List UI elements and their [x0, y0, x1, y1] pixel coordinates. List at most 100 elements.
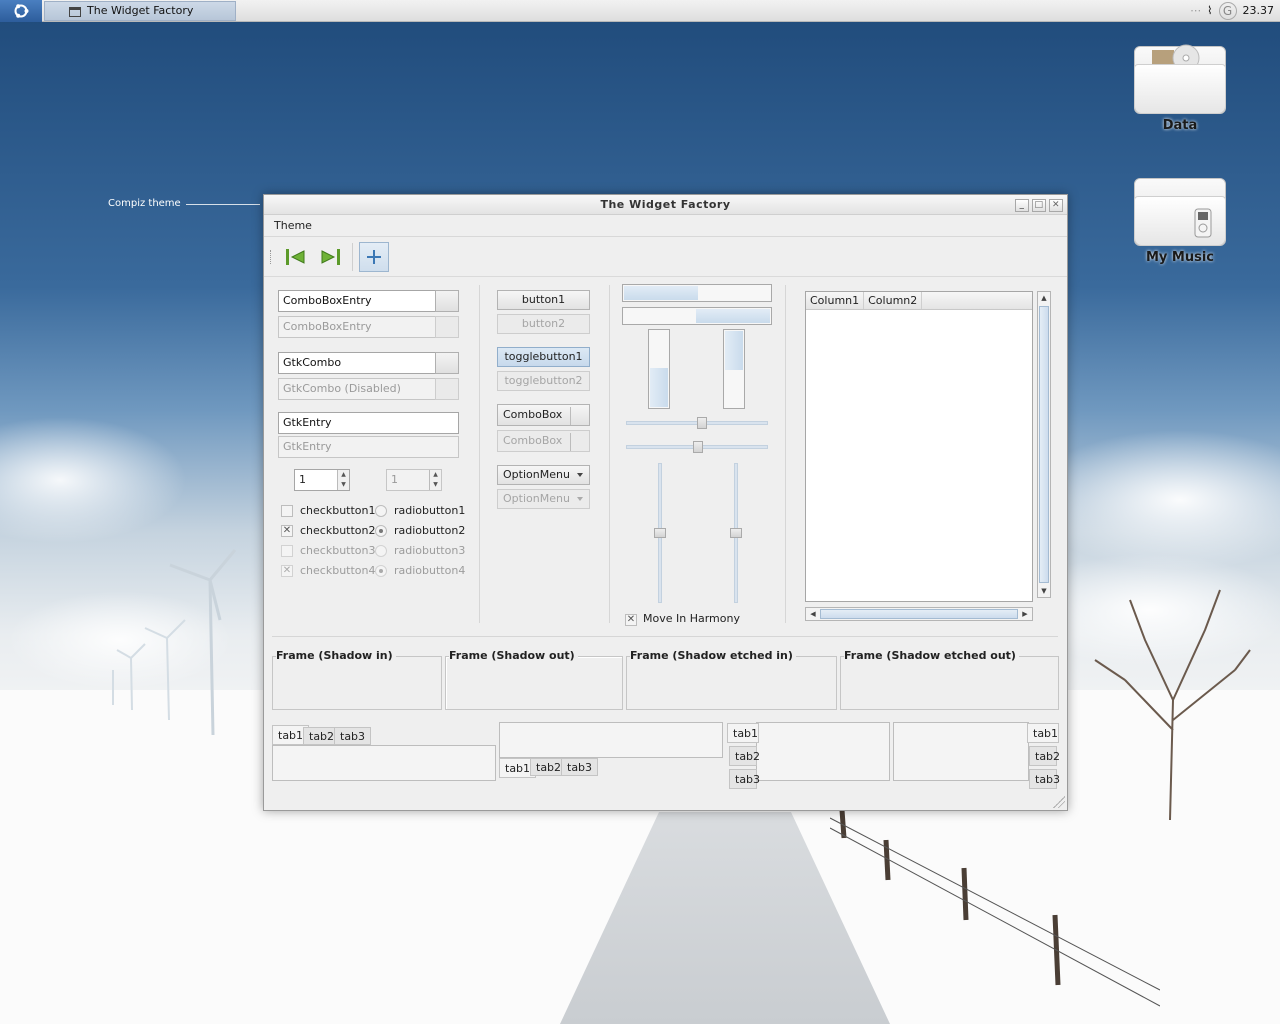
- radiobutton3-label: radiobutton3: [394, 544, 466, 557]
- tab-left-3[interactable]: tab3: [729, 769, 760, 789]
- clock[interactable]: 23.37: [1243, 4, 1275, 17]
- resize-grip-icon[interactable]: [1053, 796, 1065, 808]
- scroll-down-icon[interactable]: ▼: [1038, 585, 1050, 597]
- bare-tree-image: [1094, 589, 1251, 820]
- desktop-icon-data[interactable]: Data: [1125, 40, 1235, 133]
- comboboxentry-dropdown-button[interactable]: [435, 290, 459, 312]
- scroll-right-icon[interactable]: ▶: [1020, 608, 1030, 620]
- tab-left-1[interactable]: tab1: [727, 723, 759, 743]
- checkbutton2-box[interactable]: ✕: [281, 525, 293, 537]
- ubuntu-menu-button[interactable]: [0, 0, 42, 22]
- combobox-disabled-value: ComboBox: [503, 434, 563, 447]
- tab-right-3[interactable]: tab3: [1029, 769, 1060, 789]
- slider-handle[interactable]: [697, 417, 707, 429]
- desktop-icon-label: Data: [1162, 118, 1198, 133]
- optionmenu-disabled-value: OptionMenu: [503, 492, 570, 505]
- notebook-tabs-right: [893, 722, 1029, 781]
- tab-bottom-3[interactable]: tab3: [561, 758, 599, 776]
- optionmenu[interactable]: OptionMenu: [497, 465, 590, 485]
- vscale-2[interactable]: [730, 463, 742, 603]
- radiobutton2[interactable]: [375, 525, 387, 537]
- combobox[interactable]: ComboBox: [497, 404, 590, 426]
- close-button[interactable]: ✕: [1049, 199, 1063, 212]
- google-icon[interactable]: G: [1218, 1, 1237, 20]
- vertical-scrollbar[interactable]: ▲ ▼: [1037, 291, 1051, 598]
- add-button[interactable]: [359, 241, 389, 272]
- spin-down-icon[interactable]: ▼: [337, 480, 349, 490]
- tab-top-3[interactable]: tab3: [334, 727, 372, 745]
- progressbar-horizontal-2: [622, 307, 772, 325]
- tree-view[interactable]: Column1 Column2: [805, 291, 1033, 602]
- hscale-1[interactable]: [626, 417, 768, 429]
- top-panel: The Widget Factory ⋯ ⌇ G 23.37: [0, 0, 1280, 22]
- annotation-line: [186, 204, 260, 205]
- go-last-icon: [321, 248, 340, 265]
- frame-shadow-in-label: Frame (Shadow in): [276, 649, 396, 662]
- column2-header[interactable]: Column2: [864, 292, 923, 309]
- horizontal-scrollbar[interactable]: ◀ ▶: [805, 607, 1033, 621]
- checkbutton3-box: [281, 545, 293, 557]
- column-separator: [785, 285, 786, 623]
- checkbutton2-label[interactable]: checkbutton2: [300, 524, 376, 538]
- column1-header[interactable]: Column1: [806, 292, 865, 309]
- progress-fill: [696, 309, 770, 323]
- button1[interactable]: button1: [497, 290, 590, 310]
- scrollbar-thumb[interactable]: [1039, 306, 1049, 583]
- taskbar-window-button[interactable]: The Widget Factory: [44, 0, 236, 21]
- window-titlebar[interactable]: The Widget Factory _ □ ✕: [264, 195, 1067, 215]
- comboboxentry-field[interactable]: ComboBoxEntry: [278, 290, 436, 312]
- window-icon: [69, 6, 81, 17]
- go-first-icon: [286, 248, 305, 265]
- checkbutton3-label: checkbutton3: [300, 544, 376, 557]
- tab-right-2[interactable]: tab2: [1029, 746, 1060, 766]
- spin-button[interactable]: 1 ▲ ▼: [294, 469, 350, 491]
- vscale-1[interactable]: [654, 463, 666, 603]
- go-first-button[interactable]: [280, 242, 310, 272]
- combobox-disabled: ComboBox: [497, 430, 590, 452]
- slider-handle[interactable]: [654, 528, 666, 538]
- hscale-2[interactable]: [626, 441, 768, 453]
- slider-handle[interactable]: [693, 441, 703, 453]
- desktop-icon-my-music[interactable]: My Music: [1125, 172, 1235, 265]
- radiobutton1[interactable]: [375, 505, 387, 517]
- move-in-harmony-checkbox[interactable]: ✕: [625, 614, 637, 626]
- move-in-harmony-label[interactable]: Move In Harmony: [643, 612, 740, 626]
- tab-right-1[interactable]: tab1: [1027, 723, 1059, 743]
- spin-up-icon[interactable]: ▲: [337, 470, 349, 480]
- maximize-button[interactable]: □: [1032, 199, 1046, 212]
- checkbutton1-box[interactable]: [281, 505, 293, 517]
- minimize-button[interactable]: _: [1015, 199, 1029, 212]
- button2: button2: [497, 314, 590, 334]
- optionmenu-value: OptionMenu: [503, 468, 570, 481]
- gtkentry-field[interactable]: GtkEntry: [278, 412, 459, 434]
- frame-shadow-in: [272, 656, 442, 710]
- combobox-value: ComboBox: [503, 408, 563, 421]
- scroll-left-icon[interactable]: ◀: [808, 608, 818, 620]
- tree-header: Column1 Column2: [806, 292, 1032, 310]
- scrollbar-thumb[interactable]: [820, 609, 1018, 619]
- notebook-tabs-top: [272, 745, 496, 781]
- radiobutton4-label: radiobutton4: [394, 564, 466, 577]
- ipod-icon: [1194, 208, 1212, 238]
- folder-icon: [1134, 172, 1226, 246]
- frame-shadow-out: [445, 656, 623, 710]
- tab-left-2[interactable]: tab2: [729, 746, 760, 766]
- notebook-tabs-bottom: [499, 722, 723, 758]
- slider-handle[interactable]: [730, 528, 742, 538]
- window-title: The Widget Factory: [600, 198, 731, 211]
- checkbutton1-label[interactable]: checkbutton1: [300, 504, 376, 518]
- gtkcombo-dropdown-button[interactable]: [435, 352, 459, 374]
- folder-icon: [1134, 40, 1226, 114]
- togglebutton1[interactable]: togglebutton1: [497, 347, 590, 367]
- comboboxentry-disabled-field: ComboBoxEntry: [278, 316, 436, 338]
- gtkentry-disabled-field: GtkEntry: [278, 436, 459, 458]
- scroll-up-icon[interactable]: ▲: [1038, 292, 1050, 304]
- go-last-button[interactable]: [316, 242, 346, 272]
- toolbar-grip-icon[interactable]: [270, 249, 274, 264]
- checkbutton4-box: ✕: [281, 565, 293, 577]
- menu-theme[interactable]: Theme: [274, 219, 312, 232]
- radiobutton2-label[interactable]: radiobutton2: [394, 524, 465, 538]
- network-icon[interactable]: ⌇: [1207, 4, 1212, 17]
- gtkcombo-field[interactable]: GtkCombo: [278, 352, 436, 374]
- radiobutton1-label[interactable]: radiobutton1: [394, 504, 465, 518]
